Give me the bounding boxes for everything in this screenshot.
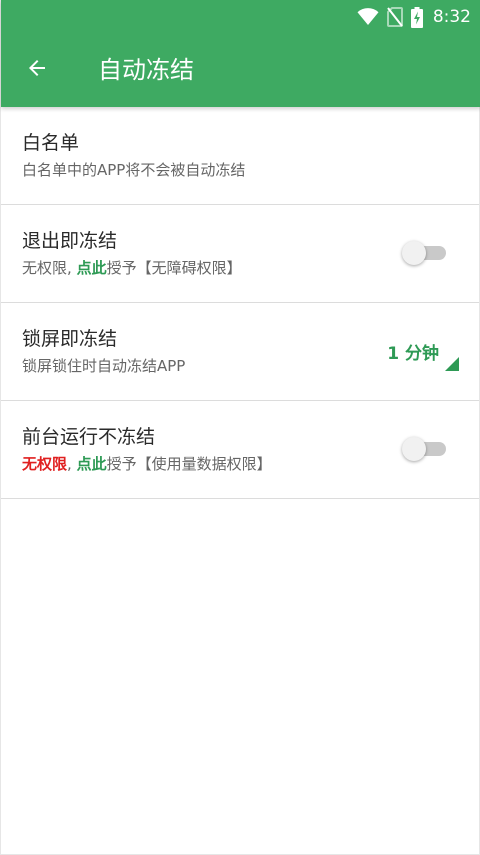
setting-title: 退出即冻结 [22,230,118,252]
subtitle-separator: , [67,259,77,277]
grant-permission-link[interactable]: 点此 [77,455,107,473]
app-bar: 8:32 自动冻结 [1,0,480,107]
status-time: 8:32 [432,7,471,27]
setting-whitelist[interactable]: 白名单 白名单中的APP将不会被自动冻结 [1,107,479,205]
back-button[interactable] [15,48,59,92]
no-sim-icon [386,7,403,27]
permission-status: 无权限 [22,259,68,277]
status-bar: 8:32 [1,0,480,34]
setting-title: 锁屏即冻结 [22,328,118,350]
setting-subtitle: 锁屏锁住时自动冻结APP [22,357,186,375]
foreground-no-freeze-switch[interactable] [402,437,446,461]
settings-list: 白名单 白名单中的APP将不会被自动冻结 退出即冻结 无权限, 点此授予【无障碍… [1,107,479,499]
setting-title: 前台运行不冻结 [22,426,156,448]
setting-freeze-on-lock[interactable]: 锁屏即冻结 锁屏锁住时自动冻结APP 1 分钟 [1,303,479,401]
dropdown-caret-icon [445,357,459,371]
toolbar: 自动冻结 [1,34,480,107]
wifi-icon [357,8,379,26]
setting-title: 白名单 [22,132,80,154]
status-icons: 8:32 [357,4,471,30]
freeze-on-exit-switch[interactable] [402,241,446,265]
permission-action: 授予【使用量数据权限】 [106,455,272,473]
permission-status: 无权限 [22,455,68,473]
page-title: 自动冻结 [98,56,194,84]
battery-charging-icon [410,6,423,28]
switch-thumb [402,241,426,265]
permission-action: 授予【无障碍权限】 [106,259,242,277]
lock-delay-value: 1 分钟 [387,344,439,364]
arrow-back-icon [25,56,49,84]
setting-foreground-no-freeze[interactable]: 前台运行不冻结 无权限, 点此授予【使用量数据权限】 [1,401,479,499]
setting-subtitle: 白名单中的APP将不会被自动冻结 [22,161,246,179]
lock-delay-dropdown[interactable]: 1 分钟 [359,335,459,371]
setting-subtitle: 无权限, 点此授予【使用量数据权限】 [22,453,272,475]
grant-permission-link[interactable]: 点此 [77,259,107,277]
switch-thumb [402,437,426,461]
setting-freeze-on-exit[interactable]: 退出即冻结 无权限, 点此授予【无障碍权限】 [1,205,479,303]
setting-subtitle: 无权限, 点此授予【无障碍权限】 [22,257,242,279]
subtitle-separator: , [67,455,77,473]
